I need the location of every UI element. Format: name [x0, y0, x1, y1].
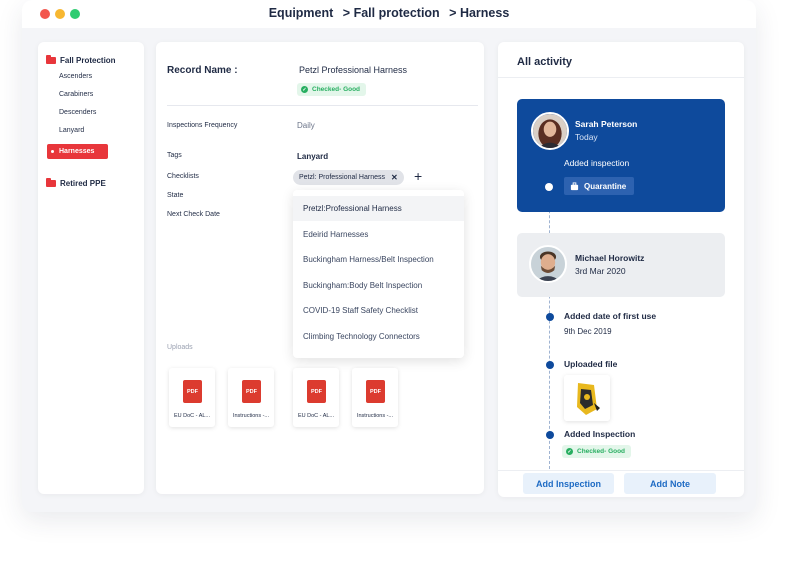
next-check-date-label: Next Check Date [167, 211, 220, 218]
activity-title: All activity [517, 56, 573, 68]
timeline-title: Uploaded file [564, 359, 618, 369]
sidebar-item-ascenders[interactable]: Ascenders [59, 73, 92, 80]
timeline-title: Added Inspection [564, 429, 636, 439]
checklist-chip[interactable]: Petzl: Professional Harness ✕ [293, 170, 404, 185]
checklist-dropdown: Pretzl:Professional Harness Edeirid Harn… [293, 190, 464, 358]
activity-card-sarah[interactable]: Sarah Peterson Today Added inspection Qu… [517, 99, 725, 212]
quarantine-badge: Quarantine [564, 177, 635, 195]
pdf-icon: PDF [307, 380, 326, 403]
activity-date: Today [575, 132, 598, 142]
pdf-icon: PDF [366, 380, 385, 403]
pdf-icon: PDF [183, 380, 202, 403]
uploaded-file[interactable]: PDF Instructions -... [228, 368, 274, 427]
divider [498, 470, 744, 471]
folder-icon [46, 55, 56, 64]
check-icon: ✓ [566, 448, 573, 455]
sidebar: Fall Protection Ascenders Carabiners Des… [38, 42, 144, 494]
add-checklist-icon[interactable]: + [414, 168, 422, 184]
status-badge-label: Checked- Good [312, 86, 361, 93]
uploaded-file[interactable]: PDF EU DoC - AL... [169, 368, 215, 427]
timeline-dot [546, 313, 554, 321]
person-photo-icon [531, 247, 565, 281]
sidebar-group-retired-ppe[interactable]: Retired PPE [46, 178, 106, 188]
file-name: Instructions -... [232, 413, 270, 419]
sidebar-item-lanyard[interactable]: Lanyard [59, 127, 84, 134]
person-photo-icon [533, 114, 567, 148]
breadcrumb: Equipment > Fall protection > Harness [22, 6, 756, 20]
timeline-title: Added date of first use [564, 311, 657, 321]
sidebar-group-fall-protection[interactable]: Fall Protection [46, 55, 116, 65]
person-name: Michael Horowitz [575, 253, 645, 263]
sidebar-group-label: Fall Protection [60, 56, 116, 65]
record-panel: Record Name : Petzl Professional Harness… [156, 42, 484, 494]
tags-label: Tags [167, 152, 182, 159]
add-inspection-button[interactable]: Add Inspection [523, 473, 614, 494]
remove-chip-icon[interactable]: ✕ [391, 173, 398, 182]
uploaded-file[interactable]: PDF Instructions -... [352, 368, 398, 427]
status-badge: ✓ Checked- Good [297, 83, 367, 96]
checklist-chip-label: Petzl: Professional Harness [299, 174, 385, 181]
breadcrumb-harness[interactable]: > Harness [449, 6, 509, 20]
folder-icon [46, 178, 56, 187]
state-label: State [167, 192, 184, 199]
tags-value[interactable]: Lanyard [297, 152, 328, 161]
record-name-value[interactable]: Petzl Professional Harness [299, 65, 407, 75]
timeline-dot [546, 361, 554, 369]
uploaded-image-thumbnail[interactable] [564, 375, 610, 421]
avatar-sarah [531, 112, 569, 150]
avatar-michael [529, 245, 567, 283]
check-icon: ✓ [301, 86, 308, 93]
pdf-icon: PDF [242, 380, 261, 403]
checklists-label: Checklists [167, 173, 199, 180]
dropdown-option[interactable]: Pretzl:Professional Harness [293, 196, 464, 221]
uploaded-file[interactable]: PDF EU DoC - AL... [293, 368, 339, 427]
add-note-button[interactable]: Add Note [624, 473, 716, 494]
file-name: Instructions -... [356, 413, 394, 419]
divider [167, 105, 478, 106]
uploads-label: Uploads [167, 344, 193, 351]
quarantine-label: Quarantine [584, 181, 627, 191]
title-bar: Equipment > Fall protection > Harness [22, 0, 756, 28]
inspection-frequency-value[interactable]: Daily [297, 121, 315, 130]
briefcase-icon [570, 181, 579, 190]
status-badge: ✓ Checked- Good [562, 445, 632, 458]
status-badge-label: Checked- Good [577, 448, 626, 455]
activity-date: 3rd Mar 2020 [575, 266, 626, 276]
dropdown-option[interactable]: Edeirid Harnesses [293, 222, 464, 247]
timeline-subtitle: 9th Dec 2019 [564, 327, 612, 336]
sidebar-group-label: Retired PPE [60, 179, 106, 188]
activity-card-michael[interactable]: Michael Horowitz 3rd Mar 2020 [517, 233, 725, 297]
file-name: EU DoC - AL... [173, 413, 211, 419]
activity-action: Added inspection [564, 158, 630, 168]
sidebar-item-carabiners[interactable]: Carabiners [59, 91, 93, 98]
dropdown-option[interactable]: COVID-19 Staff Safety Checklist [293, 298, 464, 323]
file-name: EU DoC - AL... [297, 413, 335, 419]
dropdown-option[interactable]: Climbing Technology Connectors [293, 324, 464, 349]
sidebar-item-descenders[interactable]: Descenders [59, 109, 96, 116]
breadcrumb-fall-protection[interactable]: > Fall protection [343, 6, 440, 20]
divider [498, 77, 744, 78]
timeline-dot [545, 183, 553, 191]
sidebar-item-harnesses[interactable]: Harnesses [47, 144, 108, 159]
dropdown-option[interactable]: Buckingham Harness/Belt Inspection [293, 247, 464, 272]
person-name: Sarah Peterson [575, 119, 638, 129]
timeline-dot [546, 431, 554, 439]
inspection-frequency-label: Inspections Frequency [167, 122, 238, 129]
dropdown-option[interactable]: Buckingham:Body Belt Inspection [293, 273, 464, 298]
activity-panel: All activity Sarah Peterson Today Added … [498, 42, 744, 497]
descender-device-icon [564, 375, 610, 421]
breadcrumb-equipment[interactable]: Equipment [269, 6, 334, 20]
record-name-label: Record Name : [167, 65, 238, 76]
